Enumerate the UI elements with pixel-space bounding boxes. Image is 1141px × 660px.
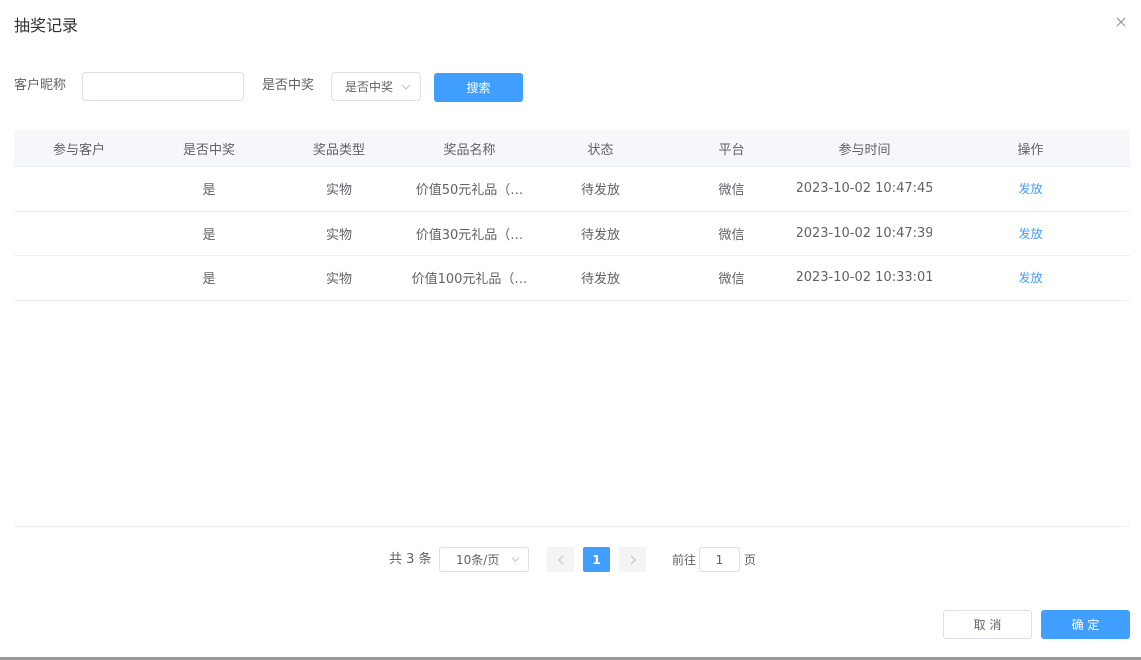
cell-prize-type: 实物 xyxy=(325,183,352,199)
dialog-title: 抽奖记录 xyxy=(14,16,79,35)
table-header: 参与客户 是否中奖 奖品类型 奖品名称 状态 平台 参与时间 操作 xyxy=(14,130,1130,167)
won-select-value: 是否中奖 xyxy=(345,80,394,94)
goto-suffix: 页 xyxy=(744,553,757,567)
chevron-right-icon xyxy=(630,555,636,564)
chevron-left-icon xyxy=(557,555,563,564)
page-size-value: 10条/页 xyxy=(456,553,500,567)
cell-status: 待发放 xyxy=(580,183,620,199)
cell-time: 2023-10-02 10:33:01 xyxy=(797,270,932,286)
issue-link[interactable]: 发放 xyxy=(1018,180,1042,197)
won-label: 是否中奖 xyxy=(262,78,315,93)
cell-prize-name: 价值50元礼品（… xyxy=(415,183,524,199)
page-size-select[interactable]: 10条/页 xyxy=(439,547,529,572)
header-won: 是否中奖 xyxy=(182,142,235,158)
table-row: 是 实物 价值30元礼品（… 待发放 微信 2023-10-02 10:47:3… xyxy=(14,212,1130,256)
page-number-1[interactable]: 1 xyxy=(583,547,610,572)
prev-page-button[interactable] xyxy=(547,547,574,572)
header-action: 操作 xyxy=(1017,142,1044,158)
cell-prize-type: 实物 xyxy=(325,272,352,288)
cell-status: 待发放 xyxy=(580,272,620,288)
chevron-down-icon xyxy=(511,557,520,562)
issue-link[interactable]: 发放 xyxy=(1018,225,1042,242)
total-count: 共 3 条 xyxy=(389,552,432,567)
cell-customer xyxy=(14,256,144,300)
cell-prize-name: 价值30元礼品（… xyxy=(415,227,524,243)
cell-customer xyxy=(14,167,144,211)
header-prize-name: 奖品名称 xyxy=(443,142,496,158)
goto-prefix: 前往 xyxy=(672,553,697,567)
records-table: 参与客户 是否中奖 奖品类型 奖品名称 状态 平台 参与时间 操作 是 实物 价… xyxy=(14,130,1130,301)
cancel-button[interactable]: 取 消 xyxy=(943,610,1032,639)
won-select[interactable]: 是否中奖 xyxy=(331,72,421,101)
cell-time: 2023-10-02 10:47:45 xyxy=(797,181,932,197)
confirm-button[interactable]: 确 定 xyxy=(1041,610,1130,639)
cell-prize-name: 价值100元礼品（… xyxy=(411,272,528,288)
header-platform: 平台 xyxy=(718,142,745,158)
header-status: 状态 xyxy=(587,142,614,158)
cell-prize-type: 实物 xyxy=(325,227,352,243)
nickname-label: 客户昵称 xyxy=(14,78,67,93)
nickname-input[interactable] xyxy=(82,72,244,101)
chevron-down-icon xyxy=(401,84,411,90)
cell-action: 发放 xyxy=(932,212,1129,256)
table-row: 是 实物 价值100元礼品（… 待发放 微信 2023-10-02 10:33:… xyxy=(14,256,1130,301)
header-customer: 参与客户 xyxy=(52,142,105,158)
cell-won: 是 xyxy=(202,272,216,288)
close-icon[interactable] xyxy=(1114,15,1128,29)
lottery-records-dialog: 抽奖记录 客户昵称 是否中奖 是否中奖 搜索 参与客户 是否中奖 奖品类型 奖品… xyxy=(0,0,1141,657)
goto-page-input[interactable] xyxy=(699,547,740,572)
table-row: 是 实物 价值50元礼品（… 待发放 微信 2023-10-02 10:47:4… xyxy=(14,167,1130,212)
header-prize-type: 奖品类型 xyxy=(312,142,365,158)
cell-platform: 微信 xyxy=(718,227,745,243)
search-button[interactable]: 搜索 xyxy=(434,73,523,102)
cell-platform: 微信 xyxy=(718,272,745,288)
cell-time: 2023-10-02 10:47:39 xyxy=(797,225,932,241)
issue-link[interactable]: 发放 xyxy=(1018,269,1042,286)
cell-platform: 微信 xyxy=(718,183,745,199)
cell-status: 待发放 xyxy=(580,227,620,243)
cell-won: 是 xyxy=(202,183,216,199)
next-page-button[interactable] xyxy=(619,547,646,572)
header-time: 参与时间 xyxy=(838,142,891,158)
cell-won: 是 xyxy=(202,227,216,243)
cell-action: 发放 xyxy=(932,167,1129,211)
divider xyxy=(14,526,1130,527)
cell-action: 发放 xyxy=(932,256,1129,300)
cell-customer xyxy=(14,212,144,256)
